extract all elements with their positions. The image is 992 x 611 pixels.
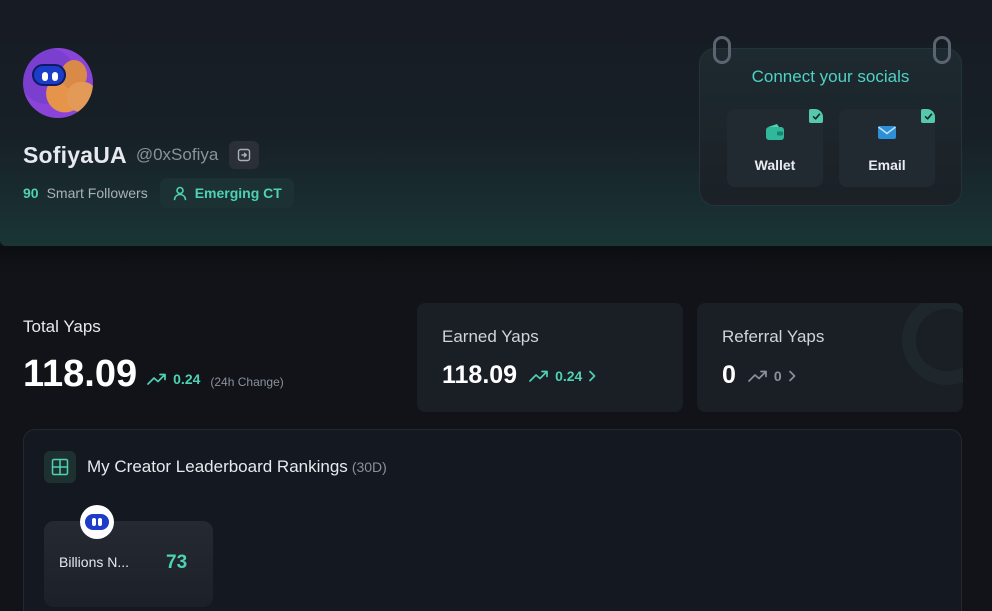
mail-icon	[878, 126, 896, 139]
display-name: SofiyaUA	[23, 141, 127, 168]
email-button[interactable]: Email	[839, 109, 935, 187]
avatar-snout	[67, 82, 93, 112]
wallet-button[interactable]: Wallet	[727, 109, 823, 187]
total-yaps-change-value: 0.24	[173, 371, 201, 387]
email-label: Email	[868, 157, 906, 173]
wallet-icon	[766, 124, 784, 140]
ranking-score: 73	[166, 552, 188, 573]
earned-yaps-change: 0.24	[529, 368, 582, 384]
earned-yaps-row: 118.09 0.24	[442, 361, 596, 390]
banner-divider	[0, 246, 992, 274]
leaderboard-rankings-panel: My Creator Leaderboard Rankings (30D) Bil…	[23, 429, 962, 611]
change-period-note: (24h Change)	[210, 375, 284, 389]
referral-yaps-card[interactable]: Referral Yaps 0 0	[697, 303, 963, 412]
total-yaps-row: 118.09 0.24 (24h Change)	[23, 353, 284, 396]
referral-yaps-row: 0 0	[722, 361, 796, 390]
trend-up-icon	[748, 370, 767, 382]
badge-label: Emerging CT	[194, 185, 282, 201]
binder-ring-icon	[713, 36, 731, 64]
project-logo-icon	[80, 505, 114, 539]
referral-yaps-change: 0	[748, 368, 782, 384]
ranking-project-name: Billions N...	[59, 554, 130, 570]
logout-button[interactable]	[229, 141, 260, 169]
check-icon	[809, 109, 823, 123]
total-yaps-label: Total Yaps	[23, 317, 101, 336]
wallet-label: Wallet	[754, 157, 796, 173]
avatar[interactable]	[23, 48, 93, 118]
total-yaps-change: 0.24	[147, 371, 200, 387]
decorative-circle	[902, 303, 963, 385]
earned-yaps-label: Earned Yaps	[442, 327, 539, 346]
smart-followers-label: Smart Followers	[46, 185, 148, 201]
profile-name-row: SofiyaUA @0xSofiya	[23, 140, 260, 170]
trend-up-icon	[529, 370, 548, 382]
trend-up-icon	[147, 373, 166, 385]
chevron-right-icon[interactable]	[788, 370, 796, 382]
user-handle[interactable]: @0xSofiya	[136, 145, 218, 165]
binder-ring-icon	[933, 36, 951, 64]
rankings-title: My Creator Leaderboard Rankings (30D)	[87, 457, 387, 477]
referral-yaps-label: Referral Yaps	[722, 327, 825, 346]
ranking-card[interactable]: Billions N... 73	[44, 505, 213, 607]
earned-yaps-value: 118.09	[442, 361, 518, 389]
rankings-period: (30D)	[351, 459, 387, 475]
connect-socials-card: Connect your socials Wallet Email	[699, 36, 962, 206]
check-icon	[921, 109, 935, 123]
socials-title: Connect your socials	[751, 67, 910, 86]
avatar-mask	[32, 64, 66, 86]
chevron-right-icon[interactable]	[588, 370, 596, 382]
earned-yaps-change-value: 0.24	[555, 367, 583, 384]
rankings-title-text: My Creator Leaderboard Rankings	[87, 457, 348, 476]
earned-yaps-card[interactable]: Earned Yaps 118.09 0.24	[417, 303, 683, 412]
total-yaps-value: 118.09	[23, 353, 138, 395]
referral-yaps-value: 0	[722, 361, 736, 389]
status-badge[interactable]: Emerging CT	[159, 178, 294, 208]
logout-icon	[238, 148, 251, 162]
user-icon	[173, 186, 187, 201]
profile-meta-row: 90 Smart Followers Emerging CT	[23, 178, 294, 208]
referral-yaps-change-value: 0	[773, 367, 782, 384]
leaderboard-icon	[44, 451, 76, 483]
smart-followers-count: 90	[23, 185, 39, 201]
